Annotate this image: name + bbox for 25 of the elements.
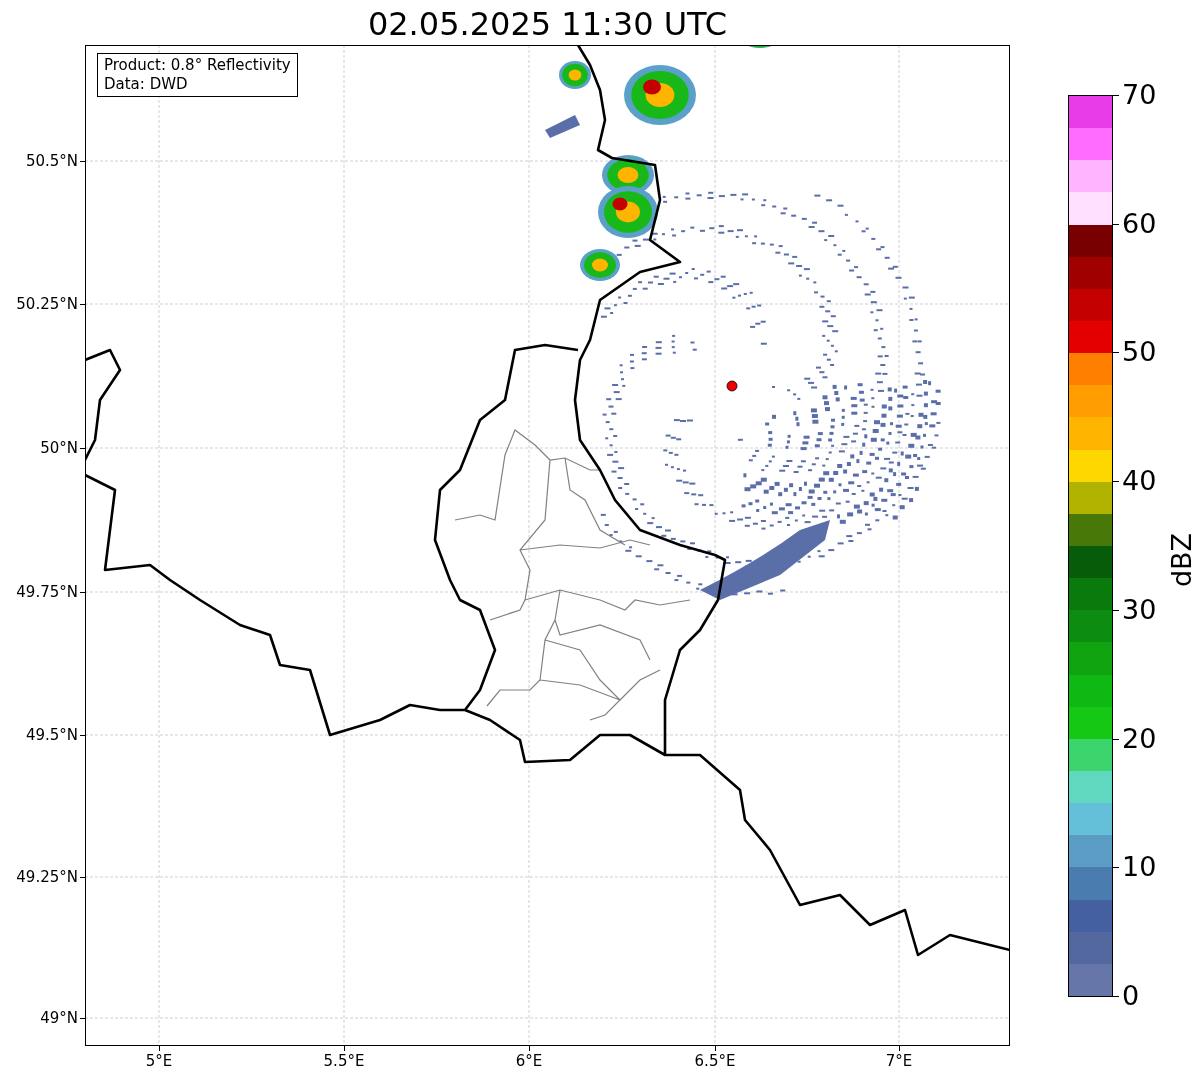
- longitude-label: 5°E: [144, 1052, 174, 1070]
- chart-title: 02.05.2025 11:30 UTC: [366, 4, 729, 44]
- colorbar-tick-label: 30: [1122, 594, 1157, 625]
- longitude-label: 6°E: [514, 1052, 544, 1070]
- info-text: Product: 0.8° Reflectivity: [104, 56, 291, 75]
- colorbar-label: dBZ: [1167, 532, 1197, 588]
- latitude-label: 50°N: [39, 439, 78, 457]
- latitude-label: 49.5°N: [24, 726, 78, 744]
- colorbar-tick-label: 40: [1122, 466, 1157, 497]
- latitude-label: 49.75°N: [15, 583, 78, 601]
- radar-site-marker: [726, 380, 738, 392]
- longitude-label: 7°E: [884, 1052, 914, 1070]
- colorbar-tick-label: 60: [1122, 208, 1157, 239]
- longitude-label: 6.5°E: [693, 1052, 737, 1070]
- colorbar-tick-label: 20: [1122, 723, 1157, 754]
- colorbar-tick-label: 70: [1122, 80, 1157, 110]
- latitude-label: 50.25°N: [15, 295, 78, 313]
- colorbar-tick-label: 0: [1122, 981, 1140, 1011]
- latitude-label: 49.25°N: [15, 868, 78, 886]
- colorbar-tick-label: 10: [1122, 852, 1157, 883]
- info-text: Data: DWD: [104, 75, 189, 94]
- longitude-label: 5.5°E: [322, 1052, 366, 1070]
- latitude-label: 49°N: [39, 1009, 78, 1027]
- latitude-label: 50.5°N: [24, 152, 78, 170]
- colorbar-tick-label: 50: [1122, 337, 1157, 368]
